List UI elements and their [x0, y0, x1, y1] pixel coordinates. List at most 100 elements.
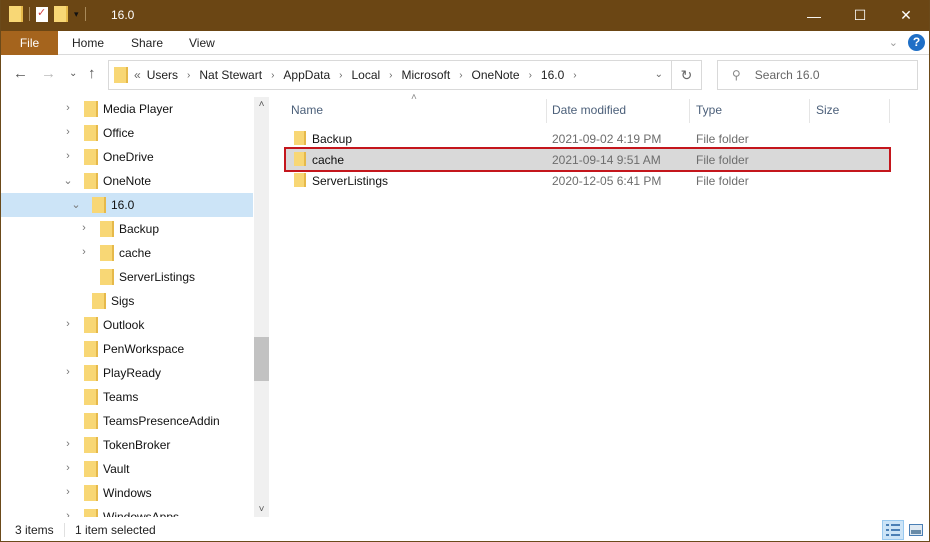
sidebar-item-label: ServerListings [119, 270, 196, 284]
sidebar-item-backup[interactable]: › Backup [1, 217, 253, 241]
file-row-selected[interactable]: cache 2021-09-14 9:51 AM File folder [284, 147, 891, 172]
folder-icon [294, 152, 306, 166]
scroll-up-icon[interactable]: ˄ [254, 99, 269, 110]
properties-icon[interactable] [36, 6, 48, 22]
scroll-down-icon[interactable]: ˅ [254, 504, 269, 515]
sidebar-item-serverlistings[interactable]: ServerListings [1, 265, 253, 289]
chevron-right-icon[interactable]: › [62, 438, 74, 450]
search-box[interactable]: ⚲ Search 16.0 [717, 60, 918, 90]
sidebar-item-office[interactable]: › Office [1, 121, 253, 145]
chevron-right-icon[interactable]: › [573, 70, 576, 81]
column-divider[interactable] [546, 99, 547, 123]
file-list: ˄ Name Date modified Type Size Backup 20… [276, 92, 930, 515]
close-button[interactable]: ✕ [883, 0, 929, 31]
chevron-right-icon[interactable]: › [62, 102, 74, 114]
breadcrumb-users[interactable]: Users [147, 68, 178, 82]
chevron-right-icon[interactable]: › [62, 462, 74, 474]
recent-locations-button[interactable]: ⌄ [69, 68, 77, 79]
breadcrumb: « Users › Nat Stewart › AppData › Local … [134, 68, 586, 82]
chevron-right-icon[interactable]: › [62, 510, 74, 517]
selection-count: 1 item selected [75, 523, 156, 537]
breadcrumb-onenote[interactable]: OneNote [472, 68, 520, 82]
sidebar-item-playready[interactable]: › PlayReady [1, 361, 253, 385]
file-row[interactable]: Backup 2021-09-02 4:19 PM File folder [286, 128, 889, 149]
tab-file[interactable]: File [1, 31, 58, 55]
minimize-button[interactable]: — [791, 0, 837, 31]
breadcrumb-16-0[interactable]: 16.0 [541, 68, 564, 82]
new-folder-icon[interactable] [54, 6, 68, 22]
back-button[interactable]: ← [13, 65, 28, 82]
sidebar-item-onenote[interactable]: ⌄ OneNote [1, 169, 253, 193]
chevron-right-icon[interactable]: › [459, 70, 462, 81]
search-input[interactable]: Search 16.0 [755, 68, 820, 82]
customize-dropdown-icon[interactable]: ▾ [74, 9, 79, 20]
address-bar[interactable]: « Users › Nat Stewart › AppData › Local … [108, 60, 702, 90]
forward-button[interactable]: → [41, 65, 56, 82]
column-header-type[interactable]: Type [696, 103, 722, 117]
chevron-down-icon[interactable]: ⌄ [70, 198, 82, 211]
sidebar-item-cache[interactable]: › cache [1, 241, 253, 265]
file-type: File folder [696, 132, 749, 146]
chevron-right-icon[interactable]: › [78, 222, 90, 234]
chevron-right-icon[interactable]: › [62, 126, 74, 138]
file-type: File folder [696, 174, 749, 188]
column-divider[interactable] [689, 99, 690, 123]
sidebar-item-sigs[interactable]: Sigs [1, 289, 253, 313]
sidebar-item-media-player[interactable]: › Media Player [1, 97, 253, 121]
chevron-right-icon[interactable]: › [271, 70, 274, 81]
sidebar-item-label: Media Player [103, 102, 174, 116]
qat-separator [84, 7, 86, 21]
tab-view[interactable]: View [175, 31, 229, 55]
sidebar-item-16-0[interactable]: ⌄ 16.0 [1, 193, 253, 217]
file-row[interactable]: ServerListings 2020-12-05 6:41 PM File f… [286, 170, 889, 191]
sidebar-item-tokenbroker[interactable]: › TokenBroker [1, 433, 253, 457]
sidebar-item-teamspresenceaddin[interactable]: TeamsPresenceAddin [1, 409, 253, 433]
chevron-right-icon[interactable]: › [339, 70, 342, 81]
details-view-button[interactable] [882, 520, 904, 540]
sidebar-item-penworkspace[interactable]: PenWorkspace [1, 337, 253, 361]
item-count: 3 items [15, 523, 54, 537]
navigation-pane-scrollbar[interactable]: ˄ ˅ [254, 97, 269, 517]
breadcrumb-local[interactable]: Local [351, 68, 380, 82]
address-dropdown-icon[interactable]: ⌄ [655, 69, 663, 80]
sidebar-item-label: Teams [103, 390, 139, 404]
file-date: 2020-12-05 6:41 PM [552, 174, 662, 188]
chevron-right-icon[interactable]: › [62, 366, 74, 378]
chevron-right-icon[interactable]: › [529, 70, 532, 81]
expand-ribbon-icon[interactable]: ⌄ [889, 36, 898, 49]
sidebar-item-outlook[interactable]: › Outlook [1, 313, 253, 337]
breadcrumb-overflow[interactable]: « [134, 68, 141, 82]
help-icon[interactable]: ? [908, 34, 925, 51]
sidebar-item-vault[interactable]: › Vault [1, 457, 253, 481]
large-icons-view-button[interactable] [905, 520, 927, 540]
column-header-date-modified[interactable]: Date modified [552, 103, 626, 117]
up-button[interactable]: ↑ [88, 65, 96, 82]
scrollbar-thumb[interactable] [254, 337, 269, 381]
chevron-right-icon[interactable]: › [389, 70, 392, 81]
folder-icon [84, 125, 98, 141]
column-divider[interactable] [889, 99, 890, 123]
sidebar-item-windows[interactable]: › Windows [1, 481, 253, 505]
column-header-name[interactable]: Name [291, 103, 323, 117]
tab-share[interactable]: Share [117, 31, 177, 55]
sidebar-item-teams[interactable]: Teams [1, 385, 253, 409]
chevron-down-icon[interactable]: ⌄ [62, 174, 74, 187]
sidebar-item-windowsapps[interactable]: › WindowsApps [1, 505, 253, 517]
chevron-right-icon[interactable]: › [62, 318, 74, 330]
breadcrumb-appdata[interactable]: AppData [283, 68, 330, 82]
column-divider[interactable] [809, 99, 810, 123]
chevron-right-icon[interactable]: › [187, 70, 190, 81]
file-name: Backup [312, 132, 353, 146]
tab-home[interactable]: Home [58, 31, 118, 55]
chevron-right-icon[interactable]: › [62, 486, 74, 498]
refresh-button[interactable]: ↻ [671, 61, 701, 89]
breadcrumb-microsoft[interactable]: Microsoft [402, 68, 451, 82]
maximize-button[interactable]: ☐ [837, 0, 883, 31]
file-date: 2021-09-02 4:19 PM [552, 132, 662, 146]
breadcrumb-nat-stewart[interactable]: Nat Stewart [199, 68, 262, 82]
column-header-size[interactable]: Size [816, 103, 839, 117]
chevron-right-icon[interactable]: › [78, 246, 90, 258]
folder-icon[interactable] [9, 6, 23, 22]
chevron-right-icon[interactable]: › [62, 150, 74, 162]
sidebar-item-onedrive[interactable]: › OneDrive [1, 145, 253, 169]
